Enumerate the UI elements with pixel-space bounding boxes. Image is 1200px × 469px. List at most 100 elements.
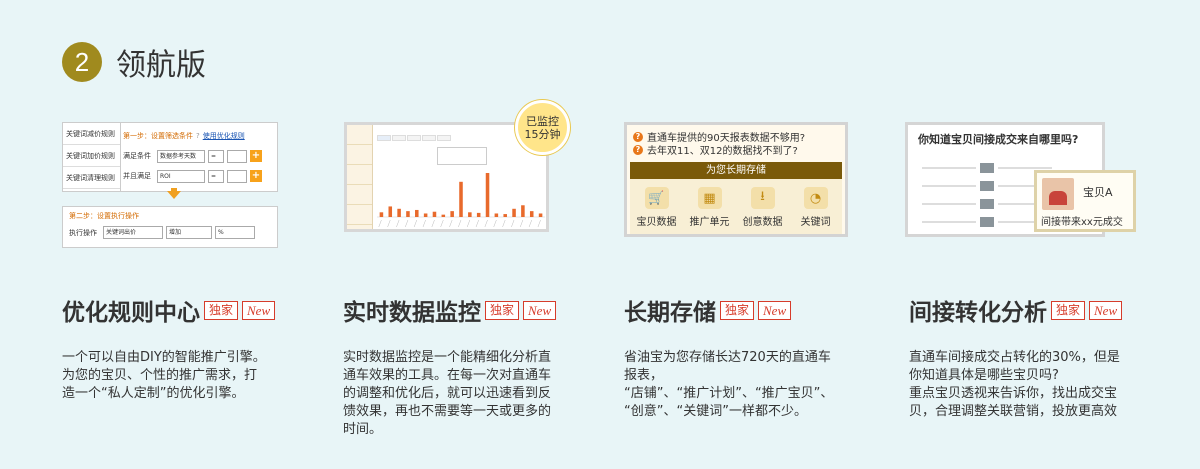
chart-bar	[423, 213, 428, 217]
new-badge: New	[1089, 300, 1123, 320]
chart-tick	[475, 219, 479, 228]
product-thumb	[980, 163, 994, 173]
step1-link[interactable]: 使用优化规则	[203, 131, 245, 141]
product-thumb	[980, 217, 994, 227]
chart-tick	[511, 219, 515, 228]
cart-icon: 🛒	[644, 187, 669, 209]
rule-item[interactable]: 关键词加价规则	[63, 145, 120, 167]
tab[interactable]	[422, 135, 436, 141]
rules-list: 关键词减价规则 关键词加价规则 关键词清理规则	[63, 123, 121, 191]
action-select[interactable]: 关键词出价	[103, 226, 163, 239]
cond1-op[interactable]: =	[208, 149, 224, 163]
chart-tick	[520, 219, 524, 228]
chart-tick	[528, 219, 532, 228]
chart-bar	[432, 211, 437, 217]
cond2-value[interactable]	[227, 169, 247, 183]
exclusive-badge: 独家	[204, 300, 239, 320]
storage-item: 关键词	[800, 217, 831, 228]
tab[interactable]	[407, 135, 421, 141]
feature-card-storage: 长期存储 独家 New 省油宝为您存储长达720天的直通车 报表， “店铺”、“…	[624, 293, 874, 421]
chart-tick	[449, 219, 453, 228]
question-icon: ?	[633, 144, 643, 155]
avatar-figure	[1049, 191, 1067, 205]
monitor-bar-chart	[377, 173, 545, 228]
chart-bar	[459, 181, 463, 217]
storage-bar-title: 为您长期存储	[630, 162, 842, 179]
indirect-question: 你知道宝贝间接成交来自哪里吗?	[918, 133, 1079, 146]
action-unit[interactable]: %	[215, 226, 255, 239]
chart-tick	[413, 219, 418, 228]
cond1-select[interactable]: 数据参考天数	[157, 149, 205, 163]
add-condition-icon[interactable]: +	[250, 170, 262, 182]
step2-label: 第二步：设置执行操作	[69, 212, 139, 220]
storage-item: 推广单元	[689, 217, 730, 228]
pie-chart-icon: ◔	[803, 187, 828, 209]
section-title: 领航版	[116, 48, 206, 83]
card-description: 实时数据监控是一个能精细化分析直 通车效果的工具。在每一次对直通车 的调整和优化…	[343, 350, 552, 437]
chart-tick	[484, 219, 488, 228]
bubble-line1: 已监控	[526, 115, 559, 128]
cond2-select[interactable]: ROI	[157, 169, 205, 183]
chart-bar	[397, 208, 401, 217]
exclusive-badge: 独家	[720, 300, 755, 320]
cond1-label: 满足条件	[123, 152, 151, 160]
rules-thumbnail: 关键词减价规则 关键词加价规则 关键词清理规则 第一步：设置筛选条件 ? 使用优…	[62, 122, 278, 192]
add-condition-icon[interactable]: +	[250, 150, 262, 162]
arrow-down-icon	[167, 191, 181, 199]
rule-item[interactable]: 关键词减价规则	[63, 123, 120, 145]
feature-card-indirect: 间接转化分析 独家 New 直通车间接成交占转化的30%，但是 你知道具体是哪些…	[909, 293, 1159, 421]
chart-bar	[379, 212, 384, 217]
cond2-op[interactable]: =	[208, 169, 224, 183]
action-label: 执行操作	[69, 228, 97, 237]
rule-item[interactable]: 关键词清理规则	[63, 167, 120, 189]
tab[interactable]	[437, 135, 451, 141]
card-description: 省油宝为您存储长达720天的直通车 报表， “店铺”、“推广计划”、“推广宝贝”…	[624, 350, 834, 419]
monitor-tooltip	[437, 147, 487, 165]
chart-tick	[493, 219, 497, 228]
tab[interactable]	[377, 135, 391, 141]
chart-tick	[431, 219, 435, 228]
card-title: 长期存储	[624, 300, 716, 326]
chart-tick	[466, 219, 471, 228]
step1-label: 第一步：设置筛选条件	[123, 132, 193, 140]
feature-card-monitor: 实时数据监控 独家 New 实时数据监控是一个能精细化分析直 通车效果的工具。在…	[343, 293, 593, 439]
tab[interactable]	[392, 135, 406, 141]
chart-bar	[512, 208, 516, 217]
card-title: 间接转化分析	[909, 300, 1047, 326]
exclusive-badge: 独家	[485, 300, 520, 320]
card-title: 优化规则中心	[62, 300, 200, 326]
popup-product-name: 宝贝A	[1083, 186, 1113, 199]
new-badge: New	[758, 300, 792, 320]
product-thumb	[980, 181, 994, 191]
monitor-bubble: 已监控 15分钟	[515, 100, 570, 155]
card-description: 一个可以自由DIY的智能推广引擎。 为您的宝贝、个性的推广需求，打 造一个“私人…	[62, 350, 266, 401]
chart-bar	[441, 214, 446, 217]
rules-step2: 第二步：设置执行操作 执行操作 关键词出价 增加 %	[62, 206, 278, 248]
question-icon: ?	[633, 131, 643, 142]
chart-bar	[388, 206, 393, 217]
feature-card-rules: 优化规则中心 独家 New 一个可以自由DIY的智能推广引擎。 为您的宝贝、个性…	[62, 293, 312, 403]
section-header: 2 领航版	[62, 40, 206, 84]
chart-bar	[503, 214, 507, 217]
chart-bar	[485, 173, 490, 217]
popup-text: 间接带来xx元成交	[1041, 217, 1123, 228]
chart-tick	[440, 219, 444, 228]
monitor-sidebar	[347, 125, 373, 229]
chart-bar	[494, 213, 499, 217]
exclusive-badge: 独家	[1051, 300, 1086, 320]
bubble-line2: 15分钟	[524, 128, 561, 141]
cond2-label: 并且满足	[123, 172, 151, 180]
chart-bar	[529, 211, 534, 217]
chart-tick	[396, 219, 400, 228]
chart-bar	[521, 205, 525, 217]
chart-tick	[537, 219, 541, 228]
action-mode-select[interactable]: 增加	[166, 226, 212, 239]
storage-item: 创意数据	[742, 217, 783, 228]
download-icon: ⭳	[750, 187, 775, 209]
cond1-value[interactable]	[227, 149, 247, 163]
section-number: 2	[62, 42, 102, 82]
grid-icon: ▦	[697, 187, 722, 209]
product-thumb	[980, 199, 994, 209]
chart-tick	[458, 219, 462, 228]
monitor-tabs	[377, 135, 452, 141]
